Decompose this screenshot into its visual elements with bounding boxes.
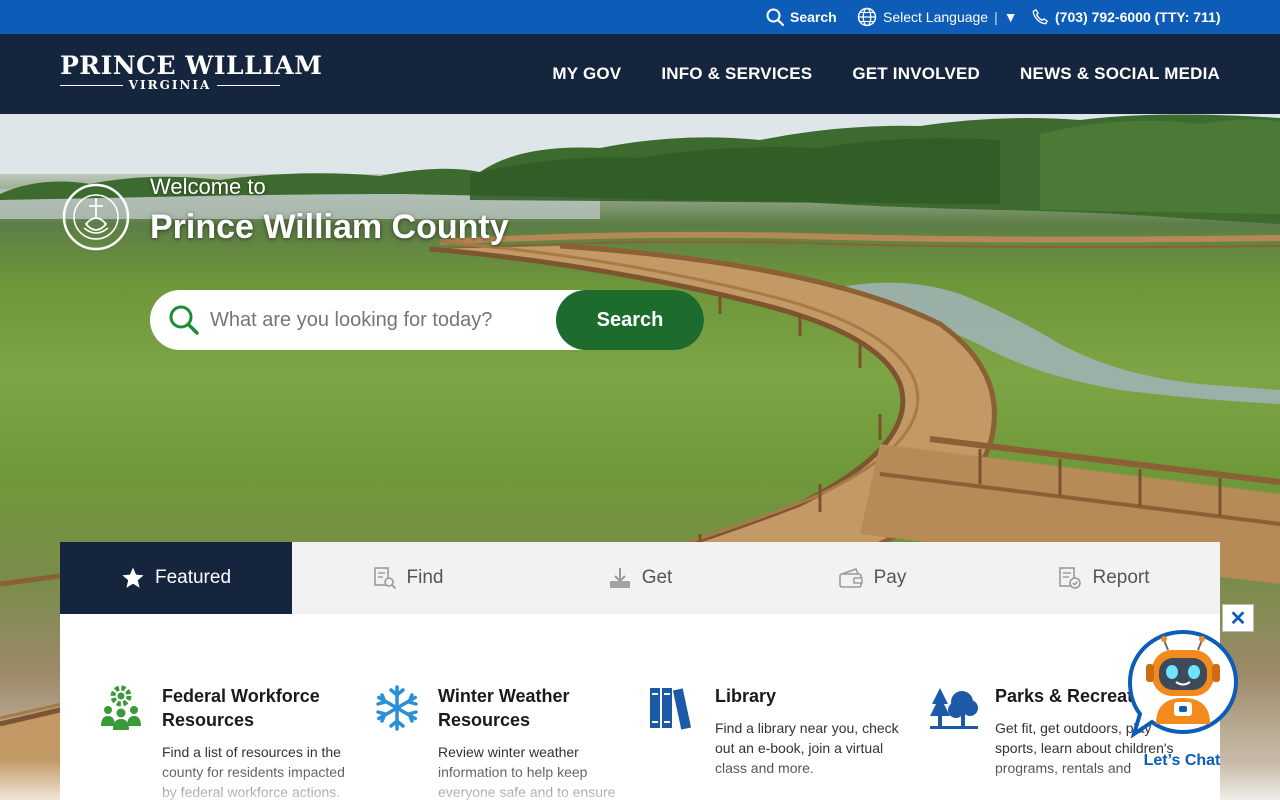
card-title: Winter Weather Resources [438, 686, 570, 730]
site-logo[interactable]: PRINCE WILLIAM VIRGINIA [60, 51, 323, 92]
nav-item-my-gov[interactable]: MY GOV [552, 64, 621, 84]
utility-search-link[interactable]: Search [766, 0, 837, 34]
search-icon [766, 8, 784, 26]
nav-item-get-involved[interactable]: GET INVOLVED [852, 64, 980, 84]
trees-icon [930, 688, 978, 729]
tab-get[interactable]: Get [524, 542, 756, 614]
logo-sub-text: VIRGINIA [128, 78, 212, 92]
utility-search-label: Search [790, 9, 837, 25]
language-selector[interactable]: Select Language | ▼ [857, 0, 1018, 34]
card-description: Find a list of resources in the county f… [162, 744, 345, 800]
globe-icon [857, 7, 877, 27]
card-description: Find a library near you, check out an e-… [715, 720, 899, 776]
logo-rule [217, 84, 280, 86]
snowflake-icon [376, 685, 418, 731]
tab-label: Featured [154, 567, 232, 588]
report-icon [1059, 567, 1082, 589]
service-tabs: Featured Find Get Pay Report [60, 542, 1220, 614]
card-title: Federal Workforce Resources [162, 686, 320, 730]
page-title: Prince William County [150, 208, 509, 246]
download-icon [609, 568, 630, 588]
phone-link[interactable]: (703) 792-6000 (TTY: 711) [1031, 0, 1221, 34]
site-header: PRINCE WILLIAM VIRGINIA MY GOV INFO & SE… [0, 34, 1280, 114]
tab-find[interactable]: Find [292, 542, 524, 614]
logo-sub-row: VIRGINIA [60, 78, 280, 92]
tab-label: Report [1092, 567, 1150, 588]
star-icon [122, 567, 144, 588]
people-gear-icon [101, 685, 141, 730]
find-document-icon [373, 567, 396, 590]
language-label: Select Language [883, 9, 989, 25]
chevron-down-icon: ▼ [1003, 9, 1018, 25]
tab-label: Pay [873, 567, 907, 588]
search-input[interactable] [210, 308, 540, 332]
phone-icon [1032, 9, 1048, 25]
language-separator: | [994, 9, 998, 25]
county-seal-icon [62, 183, 130, 251]
logo-rule [60, 84, 123, 86]
hero-search-bar: Search [150, 290, 704, 350]
search-button[interactable]: Search [556, 290, 704, 350]
welcome-text: Welcome to [150, 174, 266, 199]
tab-label: Get [641, 567, 673, 588]
card-title: Library [715, 686, 777, 706]
card-description: Review winter weather information to hel… [438, 744, 616, 800]
tab-label: Find [406, 567, 444, 588]
featured-panel: Federal Workforce Resources Find a list … [60, 614, 1220, 800]
wallet-icon [838, 567, 863, 588]
main-nav: MY GOV INFO & SERVICES GET INVOLVED NEWS… [512, 34, 1220, 114]
logo-main-text: PRINCE WILLIAM [60, 51, 323, 80]
tab-featured[interactable]: Featured [60, 542, 292, 614]
nav-item-news-social-media[interactable]: NEWS & SOCIAL MEDIA [1020, 64, 1220, 84]
utility-bar: Search Select Language | ▼ (703) 792-600… [0, 0, 1280, 34]
search-icon [168, 304, 200, 336]
chatbot-robot-icon[interactable] [1126, 628, 1240, 738]
nav-item-info-services[interactable]: INFO & SERVICES [661, 64, 812, 84]
chat-label[interactable]: Let’s Chat [1130, 752, 1234, 770]
phone-number: (703) 792-6000 (TTY: 711) [1055, 9, 1221, 25]
books-icon [650, 688, 692, 730]
tab-pay[interactable]: Pay [756, 542, 988, 614]
tab-report[interactable]: Report [988, 542, 1220, 614]
